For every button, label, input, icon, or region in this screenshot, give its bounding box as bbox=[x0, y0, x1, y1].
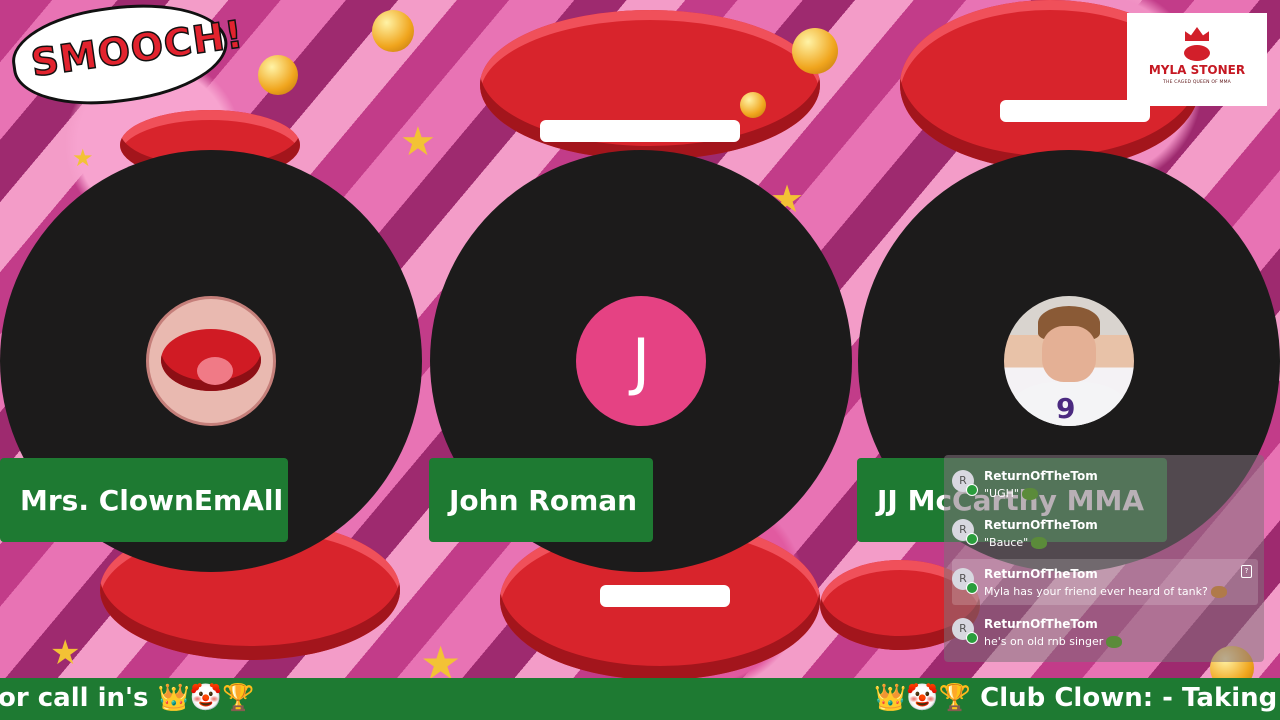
ticker-text-left: or call in's 👑🤡🏆 bbox=[0, 683, 255, 713]
platform-badge-icon bbox=[966, 632, 978, 644]
participant-name-text: Mrs. ClownEmAll bbox=[20, 483, 284, 517]
platform-badge-icon bbox=[966, 582, 978, 594]
frog-emote-icon bbox=[1021, 488, 1038, 500]
lips-avatar bbox=[146, 296, 276, 426]
avatar-initial: J bbox=[631, 324, 651, 398]
chat-username: ReturnOfTheTom bbox=[984, 518, 1098, 532]
platform-badge-icon bbox=[966, 484, 978, 496]
brand-logo: MYLA STONER THE CAGED QUEEN OF MMA bbox=[1127, 13, 1267, 106]
platform-badge-icon bbox=[966, 533, 978, 545]
chat-username: ReturnOfTheTom bbox=[984, 617, 1098, 631]
logo-title: MYLA STONER bbox=[1148, 63, 1246, 77]
report-flag-icon[interactable]: ? bbox=[1241, 565, 1252, 578]
chat-text: "Bauce" bbox=[984, 536, 1048, 549]
chat-text: Myla has your friend ever heard of tank? bbox=[984, 585, 1227, 598]
chat-username: ReturnOfTheTom bbox=[984, 567, 1098, 581]
participant-name-2: John Roman bbox=[429, 458, 653, 542]
frog-emote-icon bbox=[1106, 636, 1123, 648]
initial-avatar: J bbox=[576, 296, 706, 426]
chat-message: R ReturnOfTheTom Myla has your friend ev… bbox=[952, 559, 1258, 605]
smooch-text: SMOOCH! bbox=[28, 11, 247, 86]
participant-name-text: John Roman bbox=[449, 483, 638, 517]
chat-message: R ReturnOfTheTom "Bauce" bbox=[952, 510, 1258, 556]
chat-message: R ReturnOfTheTom he's on old rnb singer bbox=[952, 609, 1258, 655]
player-photo-avatar: 9 bbox=[1004, 296, 1134, 426]
ticker-text-right: 👑🤡🏆 Club Clown: - Taking so bbox=[874, 683, 1280, 713]
emote-icon bbox=[1210, 586, 1227, 598]
chat-text: he's on old rnb singer bbox=[984, 635, 1123, 648]
chat-message: R ReturnOfTheTom "UGH" bbox=[952, 461, 1258, 507]
frog-emote-icon bbox=[1031, 537, 1048, 549]
lips-icon bbox=[1184, 45, 1210, 61]
chat-overlay: R ReturnOfTheTom "UGH" R ReturnOfTheTom … bbox=[944, 455, 1264, 662]
crown-icon bbox=[1185, 27, 1209, 41]
participant-name-1: Mrs. ClownEmAll bbox=[0, 458, 288, 542]
smooch-bubble: SMOOCH! bbox=[6, 0, 247, 117]
news-ticker: or call in's 👑🤡🏆 👑🤡🏆 Club Clown: - Takin… bbox=[0, 678, 1280, 720]
chat-username: ReturnOfTheTom bbox=[984, 469, 1098, 483]
chat-text: "UGH" bbox=[984, 487, 1038, 500]
logo-subtitle: THE CAGED QUEEN OF MMA bbox=[1163, 80, 1231, 85]
